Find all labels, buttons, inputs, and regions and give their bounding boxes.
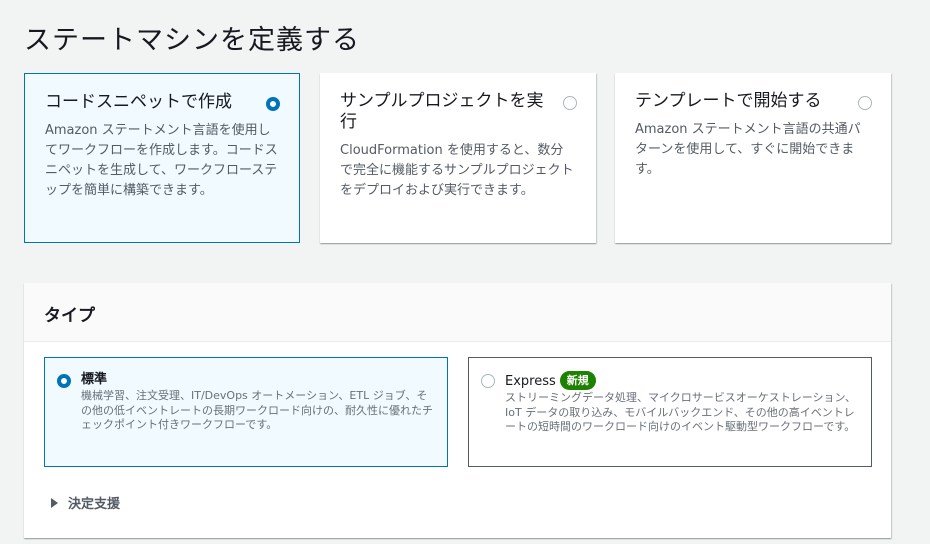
option-description: CloudFormation を使用すると、数分で完全に機能するサンプルプロジェ… (340, 143, 574, 198)
option-title: テンプレートで開始する (635, 91, 822, 111)
option-description: Amazon ステートメント言語の共通パターンを使用して、すぐに開始できます。 (635, 122, 861, 177)
option-card-code-snippets[interactable]: コードスニペットで作成 Amazon ステートメント言語を使用してワークフローを… (24, 73, 300, 243)
option-radio-sample-project[interactable] (563, 96, 577, 110)
page-title: ステートマシンを定義する (24, 25, 360, 56)
type-tile-standard[interactable]: 標準 機械学習、注文受理、IT/DevOps オートメーション、ETL ジョブ、… (44, 357, 448, 467)
decision-help-expander[interactable]: 決定支援 (51, 493, 120, 512)
type-tile-express[interactable]: Express 新規 ストリーミングデータ処理、マイクロサービスオーケストレーショ… (468, 357, 872, 467)
type-radio-express[interactable] (481, 374, 495, 388)
type-label-express-row: Express 新規 (505, 371, 857, 390)
option-card-template[interactable]: テンプレートで開始する Amazon ステートメント言語の共通パターンを使用して… (615, 73, 891, 243)
option-radio-code-snippets[interactable] (266, 97, 280, 111)
type-panel-header: タイプ (24, 283, 891, 342)
decision-help-label: 決定支援 (68, 497, 121, 512)
type-panel-title: タイプ (44, 306, 95, 326)
type-radio-standard[interactable] (57, 374, 71, 388)
option-card-sample-project[interactable]: サンプルプロジェクトを実行 CloudFormation を使用すると、数分で完… (320, 73, 596, 243)
option-title: サンプルプロジェクトを実行 (340, 91, 544, 132)
caret-right-icon (51, 498, 58, 508)
new-badge: 新規 (559, 371, 596, 390)
type-panel: タイプ 標準 機械学習、注文受理、IT/DevOps オートメーション、ETL … (24, 283, 891, 538)
option-title: コードスニペットで作成 (45, 92, 232, 112)
type-label-express: Express (505, 374, 556, 389)
type-description-standard: 機械学習、注文受理、IT/DevOps オートメーション、ETL ジョブ、その他… (81, 389, 433, 431)
option-radio-template[interactable] (858, 96, 872, 110)
type-label-standard: 標準 (81, 372, 108, 387)
type-description-express: ストリーミングデータ処理、マイクロサービスオーケストレーション、IoT データの… (505, 391, 856, 433)
option-description: Amazon ステートメント言語を使用してワークフローを作成します。コードスニペ… (45, 123, 278, 198)
